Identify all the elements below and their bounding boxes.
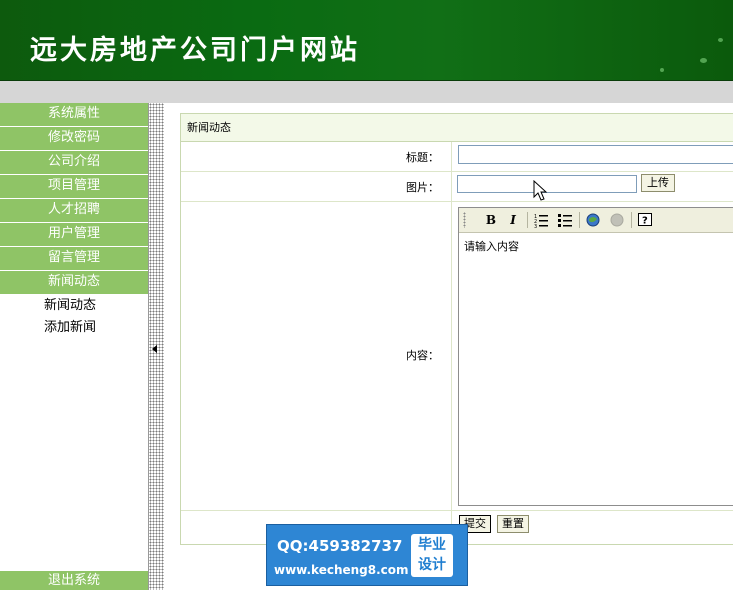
insert-link-icon[interactable] [585, 212, 601, 228]
sidebar-item-message-management[interactable]: 留言管理 [0, 247, 148, 271]
svg-text:?: ? [642, 216, 648, 227]
rich-text-editor[interactable]: B I 123 ? 请输入内容 [458, 207, 733, 506]
image-path-input[interactable] [457, 175, 637, 193]
header-bar [0, 81, 733, 103]
logout-button[interactable]: 退出系统 [0, 571, 148, 590]
bold-button[interactable]: B [483, 212, 499, 228]
sidebar: 系统属性 修改密码 公司介绍 项目管理 人才招聘 用户管理 留言管理 新闻动态 … [0, 103, 148, 590]
title-row: 标题： [181, 142, 733, 172]
watermark-url: www.kecheng8.com [274, 563, 409, 577]
watermark-banner: QQ:459382737 www.kecheng8.com 毕业 设计 [266, 524, 468, 586]
sidebar-item-recruitment[interactable]: 人才招聘 [0, 199, 148, 223]
sidebar-item-company-intro[interactable]: 公司介绍 [0, 151, 148, 175]
sidebar-subitem-add-news[interactable]: 添加新闻 [0, 317, 148, 339]
help-icon[interactable]: ? [637, 212, 653, 228]
title-input[interactable] [458, 145, 733, 164]
editor-toolbar: B I 123 ? [459, 208, 733, 233]
content-label: 内容： [406, 349, 439, 362]
sidebar-item-project-management[interactable]: 项目管理 [0, 175, 148, 199]
news-form-panel: 新闻动态 标题： 图片： 上传 内容： B I 123 ? 请输入内容 提交 重… [180, 113, 733, 545]
unlink-icon[interactable] [609, 212, 625, 228]
upload-button[interactable]: 上传 [641, 174, 675, 192]
header-decoration [640, 20, 730, 75]
editor-content[interactable]: 请输入内容 [464, 238, 519, 254]
image-row: 图片： 上传 [181, 172, 733, 202]
italic-button[interactable]: I [505, 212, 521, 228]
content-row: 内容： B I 123 ? 请输入内容 [181, 202, 733, 511]
ordered-list-icon[interactable]: 123 [533, 212, 549, 230]
collapse-arrow-icon[interactable] [152, 345, 157, 353]
title-label: 标题： [406, 151, 439, 164]
image-label: 图片： [406, 181, 439, 194]
reset-button[interactable]: 重置 [497, 515, 529, 533]
mouse-cursor-icon [533, 180, 547, 201]
svg-text:3: 3 [534, 224, 537, 228]
site-header: 远大房地产公司门户网站 [0, 0, 733, 81]
sidebar-item-change-password[interactable]: 修改密码 [0, 127, 148, 151]
sidebar-item-system-properties[interactable]: 系统属性 [0, 103, 148, 127]
watermark-qq: QQ:459382737 [277, 537, 403, 555]
panel-heading: 新闻动态 [181, 114, 733, 142]
sidebar-subitem-news-list[interactable]: 新闻动态 [0, 295, 148, 317]
watermark-badge: 毕业 设计 [411, 534, 453, 577]
sidebar-item-user-management[interactable]: 用户管理 [0, 223, 148, 247]
toolbar-grip-icon [463, 212, 466, 228]
site-title: 远大房地产公司门户网站 [30, 35, 360, 66]
sidebar-item-news[interactable]: 新闻动态 [0, 271, 148, 295]
bullet-list-icon[interactable] [557, 212, 573, 228]
